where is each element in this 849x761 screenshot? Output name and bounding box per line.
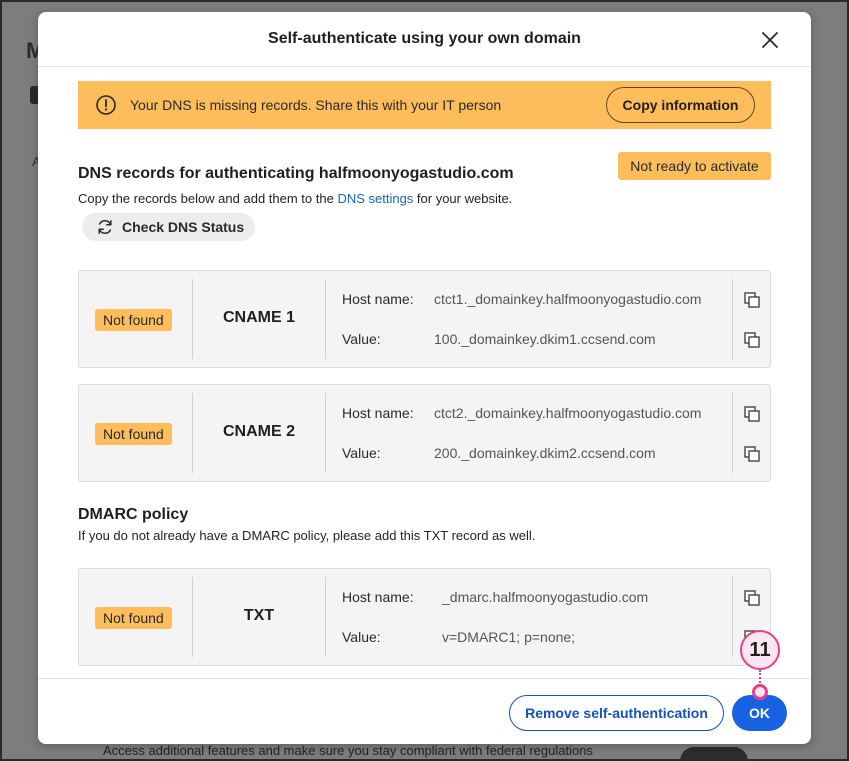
activation-status-badge: Not ready to activate <box>618 152 771 180</box>
copy-icon <box>744 332 760 348</box>
record-divider <box>732 393 733 473</box>
record-divider <box>732 577 733 657</box>
step-marker-target-dot <box>752 684 768 700</box>
record-type: TXT <box>243 607 275 624</box>
copy-icon <box>744 446 760 462</box>
copy-host-name-button[interactable] <box>743 589 761 607</box>
copy-icon <box>744 590 760 606</box>
dialog-body: Your DNS is missing records. Share this … <box>38 68 811 678</box>
value-label: Value: <box>342 445 381 461</box>
dmarc-section-subtitle: If you do not already have a DMARC polic… <box>78 528 536 543</box>
dns-settings-link[interactable]: DNS settings <box>337 191 413 206</box>
copy-value-button[interactable] <box>743 331 761 349</box>
warning-icon <box>96 95 116 115</box>
refresh-icon <box>98 220 112 234</box>
close-icon <box>762 32 778 48</box>
record-type: CNAME 2 <box>222 423 295 440</box>
host-name-label: Host name: <box>342 405 414 421</box>
record-value: 100._domainkey.dkim1.ccsend.com <box>434 331 656 347</box>
dns-section-subtitle: Copy the records below and add them to t… <box>78 191 512 206</box>
close-button[interactable] <box>759 29 781 51</box>
record-type: CNAME 1 <box>222 309 295 326</box>
copy-host-name-button[interactable] <box>743 405 761 423</box>
record-divider <box>325 577 326 657</box>
record-divider <box>325 393 326 473</box>
host-name-value: ctct2._domainkey.halfmoonyogastudio.com <box>434 405 702 421</box>
host-name-value: _dmarc.halfmoonyogastudio.com <box>442 589 649 605</box>
value-label: Value: <box>342 331 381 347</box>
dmarc-section-title: DMARC policy <box>78 506 189 523</box>
background-toggle <box>680 747 748 761</box>
dns-record-cname1: Not found CNAME 1 Host name: ctct1._doma… <box>78 270 771 368</box>
check-dns-status-label: Check DNS Status <box>122 219 245 235</box>
record-status-badge: Not found <box>95 309 172 331</box>
alert-text: Your DNS is missing records. Share this … <box>130 97 502 113</box>
remove-self-authentication-button[interactable]: Remove self-authentication <box>509 695 724 731</box>
step-number-marker: 11 <box>740 630 780 670</box>
dialog-title: Self-authenticate using your own domain <box>268 30 581 47</box>
record-status-badge: Not found <box>95 607 172 629</box>
ok-button[interactable]: OK <box>732 695 787 731</box>
dialog-header: Self-authenticate using your own domain <box>38 12 811 67</box>
record-value: v=DMARC1; p=none; <box>442 629 576 645</box>
dns-record-cname2: Not found CNAME 2 Host name: ctct2._doma… <box>78 384 771 482</box>
record-status-badge: Not found <box>95 423 172 445</box>
copy-icon <box>744 292 760 308</box>
dns-section-title: DNS records for authenticating halfmoony… <box>78 165 514 182</box>
copy-icon <box>744 406 760 422</box>
missing-records-alert: Your DNS is missing records. Share this … <box>78 81 771 129</box>
dns-sub-text-before: Copy the records below and add them to t… <box>78 191 338 206</box>
dialog-footer: Remove self-authentication OK <box>38 678 811 744</box>
copy-information-button[interactable]: Copy information <box>606 87 755 123</box>
host-name-label: Host name: <box>342 589 414 605</box>
record-value: 200._domainkey.dkim2.ccsend.com <box>434 445 656 461</box>
check-dns-status-button[interactable]: Check DNS Status <box>82 213 255 241</box>
copy-value-button[interactable] <box>743 445 761 463</box>
background-compliance-text: Access additional features and make sure… <box>103 743 593 758</box>
value-label: Value: <box>342 629 381 645</box>
dns-sub-text-after: for your website. <box>413 191 513 206</box>
host-name-value: ctct1._domainkey.halfmoonyogastudio.com <box>434 291 702 307</box>
record-divider <box>732 279 733 359</box>
self-auth-dialog: Self-authenticate using your own domain … <box>38 12 811 744</box>
host-name-label: Host name: <box>342 291 414 307</box>
dns-record-txt: Not found TXT Host name: _dmarc.halfmoon… <box>78 568 771 666</box>
copy-host-name-button[interactable] <box>743 291 761 309</box>
record-divider <box>325 279 326 359</box>
